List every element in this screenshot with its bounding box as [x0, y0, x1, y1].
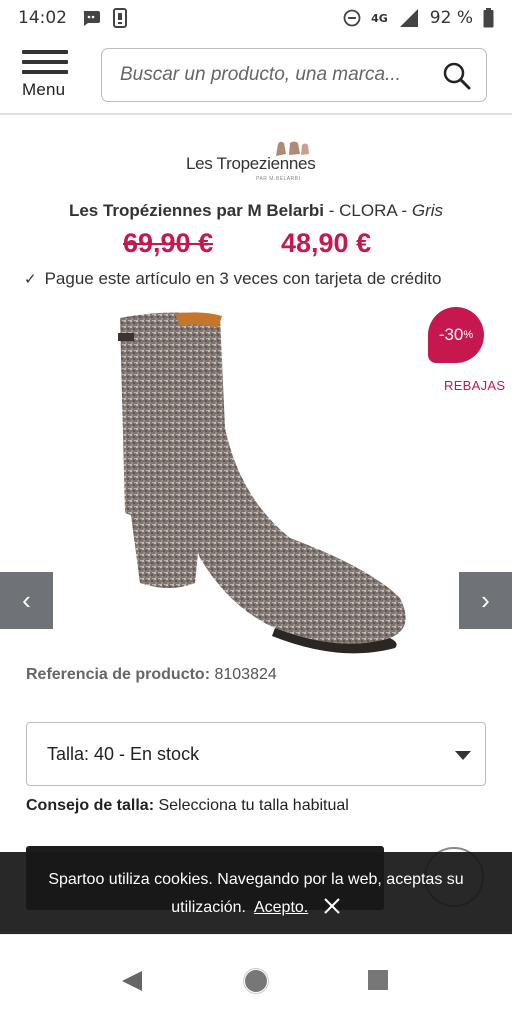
status-time: 14:02 — [18, 8, 67, 28]
current-price: 48,90 € — [281, 228, 372, 258]
menu-button[interactable]: Menu — [22, 50, 78, 102]
brand-logo-text: Les Tropeziennes — [186, 154, 316, 173]
product-model: CLORA — [339, 201, 397, 220]
search-icon[interactable] — [442, 61, 472, 91]
size-advice-text: Selecciona tu talla habitual — [158, 797, 349, 814]
old-price: 69,90 € — [123, 228, 214, 258]
back-icon[interactable] — [120, 969, 144, 993]
size-selected-value: Talla: 40 - En stock — [47, 743, 200, 764]
recents-icon[interactable] — [367, 969, 389, 991]
brand-logo[interactable]: Les Tropeziennes PAR M.BELARBI — [186, 140, 326, 188]
battery-icon — [483, 8, 494, 28]
size-advice-label: Consejo de talla: — [26, 797, 155, 814]
product-color: Gris — [411, 201, 444, 220]
title-separator: - — [396, 201, 412, 220]
reference-value: 8103824 — [214, 666, 277, 683]
battery-percent: 92 % — [429, 8, 473, 28]
sale-label: REBAJAS — [444, 378, 506, 393]
chevron-right-icon: › — [481, 585, 490, 615]
brand-logo-subtext: PAR M.BELARBI — [256, 176, 301, 182]
installments-text: Pague este artículo en 3 veces con tarje… — [44, 269, 442, 288]
signal-icon — [399, 9, 418, 27]
installments-info: ✓ Pague este artículo en 3 veces con tarj… — [24, 269, 442, 289]
discount-unit: % — [463, 329, 474, 341]
caret-down-icon — [455, 751, 471, 760]
network-type: 4G — [371, 11, 388, 25]
cookie-text-line2-row: utilización. Acepto. — [0, 894, 512, 922]
title-separator: - — [324, 201, 340, 220]
product-image[interactable] — [100, 308, 420, 663]
reference-label: Referencia de producto: — [26, 666, 211, 683]
sim-card-icon — [113, 8, 127, 28]
check-icon: ✓ — [24, 271, 37, 288]
size-advice: Consejo de talla: Selecciona tu talla ha… — [26, 797, 349, 815]
previous-image-button[interactable]: ‹ — [0, 572, 53, 629]
do-not-disturb-icon — [343, 9, 361, 27]
discount-value: -30 — [438, 325, 464, 344]
next-image-button[interactable]: › — [459, 572, 512, 629]
chat-notification-icon — [83, 11, 100, 26]
search-input[interactable] — [102, 55, 422, 95]
status-bar: 14:02 4G 92 % — [0, 0, 512, 36]
site-header: Menu — [0, 36, 512, 110]
size-dropdown[interactable]: Talla: 40 - En stock — [26, 722, 486, 786]
chevron-left-icon: ‹ — [22, 585, 31, 615]
product-title: Les Tropéziennes par M Belarbi - CLORA -… — [0, 201, 512, 221]
cookie-text-line2: utilización. — [171, 899, 246, 916]
discount-badge: -30% — [428, 307, 484, 363]
home-icon[interactable] — [242, 967, 270, 995]
hamburger-icon — [22, 50, 78, 74]
cookie-text-line1: Spartoo utiliza cookies. Navegando por l… — [48, 871, 464, 888]
product-reference: Referencia de producto: 8103824 — [26, 666, 277, 684]
price-row: 69,90 € 48,90 € — [0, 228, 512, 266]
cookie-banner: Spartoo utiliza cookies. Navegando por l… — [0, 852, 512, 934]
search-box[interactable] — [101, 48, 487, 102]
close-icon[interactable] — [323, 897, 341, 915]
cookie-accept-link[interactable]: Acepto. — [254, 899, 308, 916]
header-divider — [0, 113, 512, 115]
product-brand[interactable]: Les Tropéziennes par M Belarbi — [69, 201, 324, 220]
system-nav-bar — [0, 934, 512, 1024]
menu-label: Menu — [22, 80, 66, 99]
